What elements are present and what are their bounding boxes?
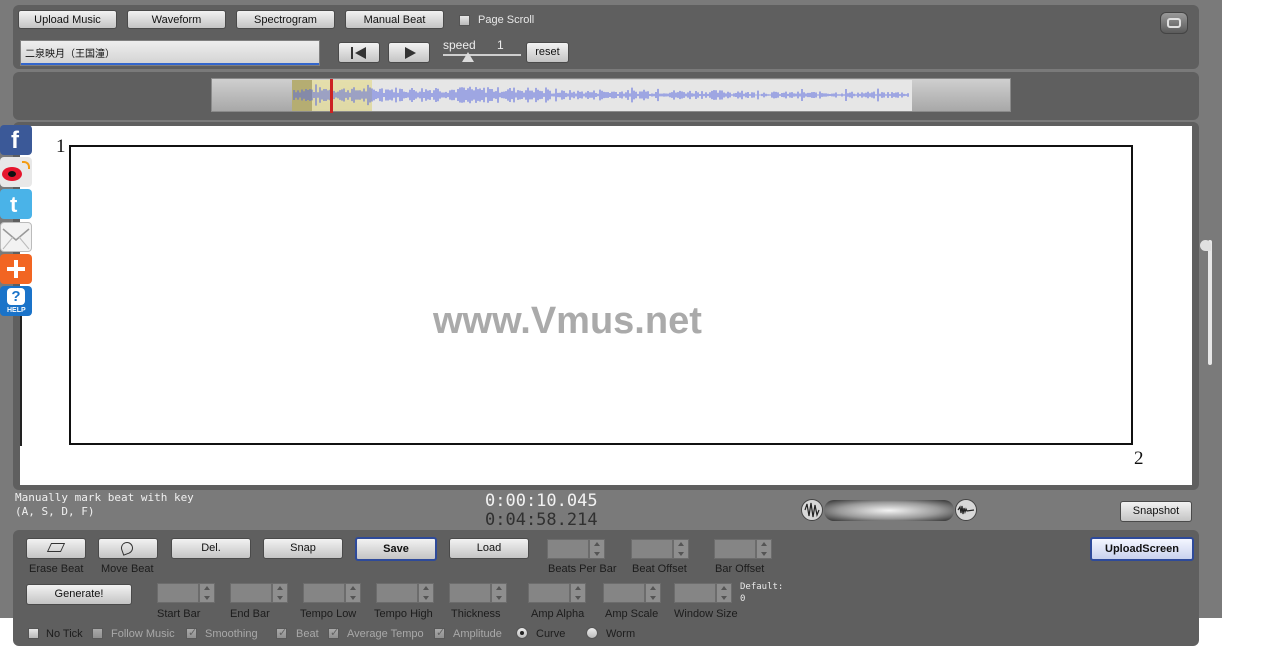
app-background: Upload Music Waveform Spectrogram Manual… xyxy=(0,0,1222,646)
tempo-low-stepper[interactable] xyxy=(303,583,361,603)
hint-line-2: (A, S, D, F) xyxy=(15,505,95,518)
snap-button[interactable]: Snap xyxy=(263,538,343,559)
thickness-label: Thickness xyxy=(451,608,501,620)
zoom-in-waveform-icon[interactable] xyxy=(955,499,977,521)
window-size-label: Window Size xyxy=(674,608,738,620)
watermark-text: www.Vmus.net xyxy=(433,300,702,342)
default-label: Default: xyxy=(740,582,784,592)
beat-offset-stepper[interactable] xyxy=(631,539,689,559)
tempo-high-label: Tempo High xyxy=(374,608,433,620)
manual-beat-button[interactable]: Manual Beat xyxy=(345,10,444,29)
window-size-stepper[interactable] xyxy=(674,583,732,603)
save-button[interactable]: Save xyxy=(355,537,437,561)
beats-per-bar-label: Beats Per Bar xyxy=(548,563,617,575)
speed-label: speed xyxy=(443,38,476,52)
beat-checkbox[interactable]: ✓ xyxy=(276,627,287,639)
move-icon xyxy=(119,540,135,556)
song-title-field[interactable]: 二泉映月（王国潼） xyxy=(20,40,320,66)
curve-label: Curve xyxy=(536,628,566,640)
help-label: HELP xyxy=(7,307,26,314)
total-time: 0:04:58.214 xyxy=(485,510,598,530)
upload-music-button[interactable]: Upload Music xyxy=(18,10,117,29)
speed-value: 1 xyxy=(497,38,504,52)
smoothing-label: Smoothing xyxy=(205,628,258,640)
worm-radio[interactable] xyxy=(586,627,598,639)
end-bar-stepper[interactable] xyxy=(230,583,288,603)
amp-scale-label: Amp Scale xyxy=(605,608,659,620)
speed-slider-thumb[interactable] xyxy=(462,52,474,62)
play-icon xyxy=(405,47,416,59)
spectrogram-button[interactable]: Spectrogram xyxy=(236,10,335,29)
corner-start-label: 1 xyxy=(56,136,66,157)
bar-offset-stepper[interactable] xyxy=(714,539,772,559)
corner-end-label: 2 xyxy=(1134,448,1144,469)
move-beat-label: Move Beat xyxy=(101,563,154,575)
amp-alpha-stepper[interactable] xyxy=(528,583,586,603)
speed-slider-track[interactable] xyxy=(443,54,521,56)
canvas-left-bar xyxy=(20,316,22,446)
share-plus-icon[interactable] xyxy=(0,254,32,284)
weibo-icon[interactable] xyxy=(0,157,32,187)
song-title-underline xyxy=(21,63,319,65)
generate-button[interactable]: Generate! xyxy=(26,584,132,605)
upload-screen-button[interactable]: UploadScreen xyxy=(1090,537,1194,561)
erase-beat-label: Erase Beat xyxy=(29,563,84,575)
bar-offset-label: Bar Offset xyxy=(715,563,765,575)
average-tempo-label: Average Tempo xyxy=(347,628,424,640)
play-button[interactable] xyxy=(388,42,430,63)
fullscreen-icon[interactable] xyxy=(1160,12,1188,34)
eraser-icon xyxy=(46,543,66,552)
end-bar-label: End Bar xyxy=(230,608,270,620)
snapshot-button[interactable]: Snapshot xyxy=(1120,501,1192,522)
zoom-out-waveform-icon[interactable] xyxy=(801,499,823,521)
rewind-button[interactable] xyxy=(338,42,380,63)
smoothing-checkbox[interactable]: ✓ xyxy=(186,627,197,639)
email-icon[interactable] xyxy=(0,222,32,252)
tempo-high-stepper[interactable] xyxy=(376,583,434,603)
start-bar-label: Start Bar xyxy=(157,608,201,620)
amplitude-checkbox[interactable]: ✓ xyxy=(434,627,445,639)
song-title-text: 二泉映月（王国潼） xyxy=(25,49,115,60)
reset-button[interactable]: reset xyxy=(526,42,569,63)
current-time: 0:00:10.045 xyxy=(485,491,598,511)
amplitude-label: Amplitude xyxy=(453,628,502,640)
page-scroll-checkbox[interactable] xyxy=(459,15,470,26)
hint-line-1: Manually mark beat with key xyxy=(15,491,194,504)
scrollbar-cap[interactable] xyxy=(1200,240,1211,251)
follow-music-checkbox[interactable] xyxy=(92,628,103,639)
delete-button[interactable]: Del. xyxy=(171,538,251,559)
beats-per-bar-stepper[interactable] xyxy=(547,539,605,559)
move-beat-button[interactable] xyxy=(98,538,158,559)
overview-waveform xyxy=(292,79,912,113)
no-tick-label: No Tick xyxy=(46,628,83,640)
amp-scale-stepper[interactable] xyxy=(603,583,661,603)
amp-alpha-label: Amp Alpha xyxy=(531,608,585,620)
erase-beat-button[interactable] xyxy=(26,538,86,559)
help-icon[interactable]: ? HELP xyxy=(0,286,32,316)
beat-frame[interactable] xyxy=(69,145,1133,445)
no-tick-checkbox[interactable] xyxy=(28,628,39,639)
skip-back-icon xyxy=(351,47,353,59)
page-scroll-label: Page Scroll xyxy=(478,14,535,26)
beat-label: Beat xyxy=(296,628,319,640)
twitter-icon[interactable]: t xyxy=(0,189,32,219)
thickness-stepper[interactable] xyxy=(449,583,507,603)
beat-offset-label: Beat Offset xyxy=(632,563,687,575)
zoom-slider[interactable] xyxy=(824,500,954,521)
start-bar-stepper[interactable] xyxy=(157,583,215,603)
default-value: 0 xyxy=(740,594,746,604)
load-button[interactable]: Load xyxy=(449,538,529,559)
waveform-button[interactable]: Waveform xyxy=(127,10,226,29)
scrollbar-thumb[interactable] xyxy=(1208,240,1212,365)
overview-track[interactable] xyxy=(211,78,1011,113)
worm-label: Worm xyxy=(606,628,636,640)
curve-radio[interactable] xyxy=(516,627,528,639)
facebook-icon[interactable]: f xyxy=(0,125,32,155)
tempo-low-label: Tempo Low xyxy=(300,608,357,620)
follow-music-label: Follow Music xyxy=(111,628,175,640)
canvas-area[interactable]: 1 www.Vmus.net 2 xyxy=(20,126,1192,485)
average-tempo-checkbox[interactable]: ✓ xyxy=(328,627,339,639)
